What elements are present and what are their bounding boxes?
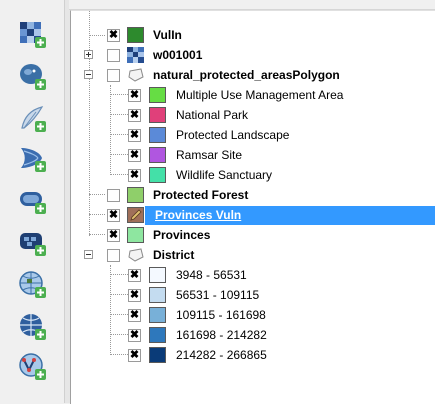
legend-item[interactable]: 161698 - 214282 [71,325,435,345]
class-swatch [149,347,166,363]
class-visibility-checkbox[interactable] [128,126,141,145]
class-visibility-checkbox[interactable] [128,106,141,125]
layer-visibility-checkbox[interactable] [107,26,120,45]
class-swatch [149,307,166,323]
add-oracle-layer-icon [20,192,46,214]
add-db2-layer-icon [20,233,46,256]
class-swatch [149,327,166,343]
legend-item[interactable]: National Park [71,105,435,125]
class-swatch [149,287,166,303]
legend-item[interactable]: Ramsar Site [71,145,435,165]
polygon-layer-icon [128,68,144,82]
add-postgis-layer-icon [20,64,46,90]
layer-label: Protected Forest [153,188,249,202]
layer-protected-forest[interactable]: Protected Forest [71,185,435,205]
class-swatch [149,107,166,123]
class-swatch [149,87,166,103]
class-visibility-checkbox[interactable] [128,326,141,345]
layer-visibility-checkbox[interactable] [107,69,120,82]
class-swatch [149,147,166,163]
collapse-icon[interactable] [84,70,93,79]
class-label: Ramsar Site [176,148,243,162]
legend-item[interactable]: Protected Landscape [71,125,435,145]
add-spatialite-layer-icon [21,106,46,132]
class-swatch [149,167,166,183]
legend-item[interactable]: 214282 - 266865 [71,345,435,365]
class-label: 56531 - 109115 [176,288,260,302]
add-wcs-layer-icon [20,314,46,340]
layer-visibility-checkbox[interactable] [107,49,120,62]
add-postgis-layer-button[interactable] [18,62,48,92]
layer-provinces-vuln[interactable]: Provinces Vuln [71,205,435,225]
add-spatialite-layer-button[interactable] [18,104,48,134]
layer-symbol-swatch [127,187,144,203]
layer-district[interactable]: District [71,245,435,265]
add-db2-layer-button[interactable] [18,228,48,258]
layer-w001001[interactable]: w001001 [71,45,435,65]
class-label: 214282 - 266865 [176,348,267,362]
class-label: Wildlife Sanctuary [176,168,273,182]
legend-item[interactable]: 109115 - 161698 [71,305,435,325]
add-mssql-layer-icon [21,148,46,172]
class-swatch [149,127,166,143]
class-label: Multiple Use Management Area [176,88,344,102]
pencil-icon [130,209,142,221]
class-label: 161698 - 214282 [176,328,267,342]
layer-visibility-checkbox[interactable] [107,206,120,225]
class-visibility-checkbox[interactable] [128,286,141,305]
add-wms-layer-button[interactable] [18,270,48,300]
top-strip [69,0,435,10]
legend-item[interactable]: 3948 - 56531 [71,265,435,285]
add-wcs-layer-button[interactable] [18,312,48,342]
layer-label: natural_protected_areasPolygon [153,68,340,82]
class-label: National Park [176,108,249,122]
collapse-icon[interactable] [84,250,93,259]
add-oracle-layer-button[interactable] [18,186,48,216]
legend-item[interactable]: Wildlife Sanctuary [71,165,435,185]
add-wfs-layer-button[interactable] [18,352,48,382]
layer-label: Provinces [153,228,211,242]
polygon-layer-icon [128,248,144,262]
layer-label: w001001 [153,48,203,62]
layer-natural-protected-areas[interactable]: natural_protected_areasPolygon [71,65,435,85]
class-visibility-checkbox[interactable] [128,146,141,165]
legend-item[interactable]: 56531 - 109115 [71,285,435,305]
layer-symbol-swatch [127,227,144,243]
layer-provinces[interactable]: Provinces [71,225,435,245]
class-visibility-checkbox[interactable] [128,166,141,185]
legend-item[interactable]: Multiple Use Management Area [71,85,435,105]
data-source-toolbar [0,0,64,403]
class-visibility-checkbox[interactable] [128,306,141,325]
raster-layer-icon [127,47,144,63]
class-label: Protected Landscape [176,128,290,142]
layer-label: VulIn [153,28,182,42]
add-mssql-layer-button[interactable] [18,144,48,174]
class-label: 3948 - 56531 [176,268,247,282]
layer-symbol-swatch [127,27,144,43]
layer-label: Provinces Vuln [155,208,242,222]
class-visibility-checkbox[interactable] [128,86,141,105]
add-raster-layer-button[interactable] [18,20,48,50]
class-visibility-checkbox[interactable] [128,266,141,285]
layer-vulln[interactable]: VulIn [71,25,435,45]
layer-visibility-checkbox[interactable] [107,226,120,245]
layer-visibility-checkbox[interactable] [107,249,120,262]
layer-label: District [153,248,195,262]
add-raster-layer-icon [20,22,46,48]
layer-visibility-checkbox[interactable] [107,189,120,202]
add-wfs-layer-icon [19,353,46,380]
layers-panel: VulIn w001001 natural_protected_areasPol… [70,10,435,404]
expand-icon[interactable] [84,50,93,59]
class-label: 109115 - 161698 [176,308,266,322]
class-swatch [149,267,166,283]
add-wms-layer-icon [19,271,46,298]
class-visibility-checkbox[interactable] [128,346,141,365]
